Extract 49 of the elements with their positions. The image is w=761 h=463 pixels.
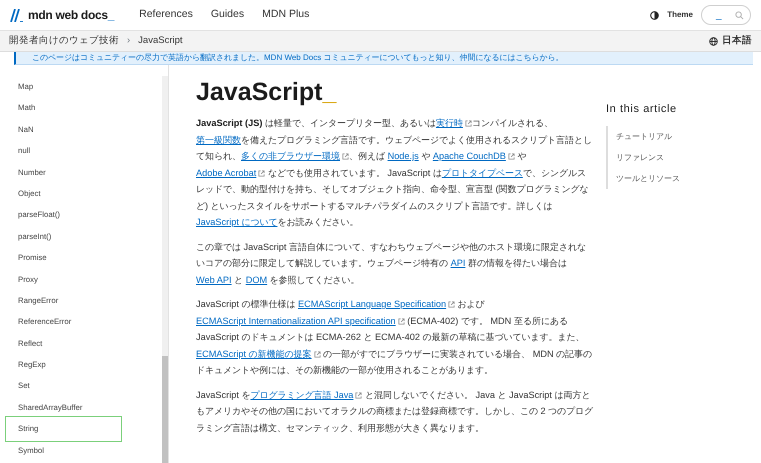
external-link-icon	[314, 350, 321, 358]
search-icon	[735, 10, 744, 20]
link[interactable]: API	[450, 258, 466, 268]
globe-icon[interactable]	[709, 36, 718, 46]
paragraph: JavaScript (JS) は軽量で、インタープリター型、あるいは実行時 コンパイルされる、 第一級関数を備えたプログラミング言語です。ウェブページでよく使用されるスクリプト言語として知られ、多くの非ブラウザー環境 、例えば Node.js や Apache CouchDB や Adobe Acrobat などでも使用されています。 JavaScript はプロトタイプベースで、シングルスレッドで、動的型付けを持ち、そしてオブジェクト指向、命令型、宣言型 (関数プログラミングなど) といったスタイルをサポートするマルチパラダイムのスクリプト言語です。詳しくは JavaScript について をお読みください。	[196, 117, 593, 229]
external-link-icon	[448, 301, 456, 308]
link[interactable]: DOM	[246, 274, 268, 284]
language-selector[interactable]: 日本語	[722, 34, 752, 48]
link[interactable]: Web API	[196, 274, 232, 284]
search-field[interactable]: _	[701, 5, 751, 25]
paragraph: この章では JavaScript 言語自体について、すなわちウェブページや他のホスト環境に限定されないコアの部分に限定して解説しています。ウェブページ特有の API 群の情報を得たい場合は Web API と DOM を参照してください。	[196, 240, 587, 286]
external-link-icon	[355, 392, 362, 398]
link[interactable]: ECMAScript Internationalization API specification	[196, 316, 405, 326]
logo-icon[interactable]	[10, 8, 24, 22]
scrollbar-thumb[interactable]	[162, 356, 168, 463]
link[interactable]: 第一級関数	[196, 134, 241, 144]
logo-text[interactable]: mdn web docs_	[28, 6, 114, 24]
external-link-icon	[464, 120, 472, 127]
nav-link[interactable]: MDN Plus	[253, 7, 318, 23]
link[interactable]: Apache CouchDB	[432, 151, 515, 161]
link[interactable]: ECMAScript の新機能の提案	[196, 348, 321, 358]
theme-icon[interactable]	[650, 10, 660, 20]
paragraph: JavaScript の標準仕様は ECMAScript Language Specification および ECMAScript Internationalization API specification (ECMA-402) です。 MDN 至る所にある JavaScript のドキュメントは ECMA-262 と ECMA-402 の最新の草稿に基づいています。また、 ECMAScript の新機能の提案 の一部がすでにブラウザーに実装されている場合、 MDN の記事のドキュメントや例には、その新機能の一部が使用されることがあります。	[196, 298, 594, 377]
external-link-icon	[258, 170, 266, 176]
link[interactable]: ECMAScript Language Specification	[298, 299, 456, 309]
theme-button[interactable]: Theme	[667, 9, 693, 21]
breadcrumb-separator: ›	[127, 34, 130, 48]
link[interactable]: 多くの非ブラウザー環境	[241, 151, 349, 161]
paragraph: JavaScript をプログラミング言語 Java と混同しないでください。 Java と JavaScript は両方ともアメリカやその他の国においてオラクルの商標または登録商標です。しかし、この 2 つのプログラミング言語は構文、セマンティック、利用形態が大きく異なります。	[196, 388, 594, 435]
link[interactable]: Adobe Acrobat	[196, 168, 266, 178]
link[interactable]: プロトタイプベース	[442, 168, 523, 178]
nav-link[interactable]: References	[130, 7, 202, 23]
link[interactable]: Node.js	[388, 151, 419, 161]
notice-banner: このページはコミュニティーの尽力で英語から翻訳されました。MDN Web Docs コミュニティーについてもっと知り、仲間になるにはこちらから。	[14, 52, 753, 65]
external-link-icon	[342, 153, 349, 160]
external-link-icon	[398, 318, 405, 324]
breadcrumb-link[interactable]: 開発者向けのウェブ技術	[9, 34, 119, 48]
external-link-icon	[508, 153, 515, 160]
page-title: JavaScript_	[196, 77, 338, 107]
toc-link[interactable]: リファレンス	[608, 146, 680, 168]
toc-link[interactable]: ツールとリソース	[608, 168, 680, 188]
link[interactable]: JavaScript について	[196, 217, 278, 227]
nav-link[interactable]: Guides	[202, 7, 254, 23]
link[interactable]: 実行時	[436, 118, 472, 128]
breadcrumb-link[interactable]: JavaScript	[138, 34, 183, 48]
scrollbar[interactable]	[162, 76, 168, 463]
toc-heading: In this article	[606, 102, 678, 117]
link[interactable]: プログラミング言語 Java	[250, 390, 362, 400]
toc-link[interactable]: チュートリアル	[608, 126, 680, 146]
